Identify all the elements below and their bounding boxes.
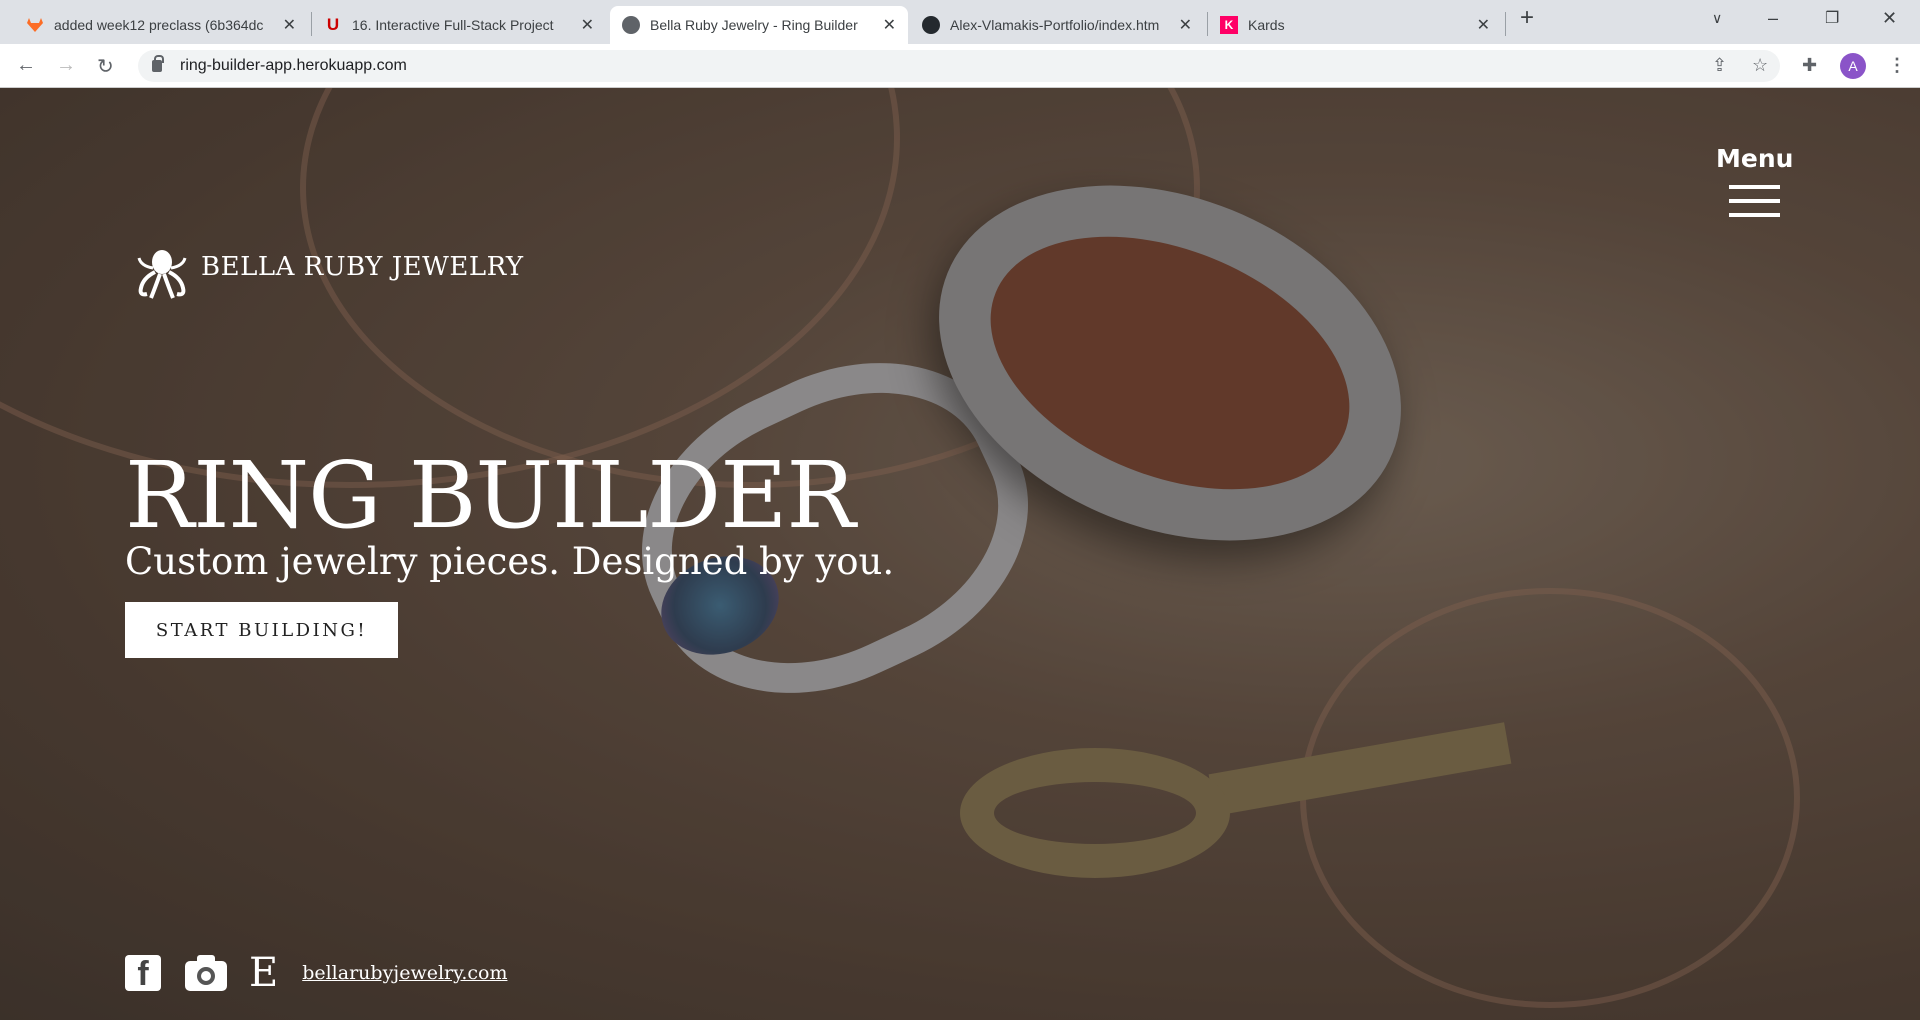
tab-ring-builder[interactable]: Bella Ruby Jewelry - Ring Builder ✕: [610, 6, 908, 44]
etsy-icon[interactable]: E: [249, 950, 278, 996]
hamburger-icon: [1729, 185, 1781, 217]
tab-gitlab[interactable]: added week12 preclass (6b364dc ✕: [14, 6, 308, 44]
url-field[interactable]: ring-builder-app.herokuapp.com: [138, 50, 1780, 82]
bookmark-star-icon[interactable]: ☆: [1752, 55, 1768, 76]
extensions-puzzle-icon[interactable]: ✚: [1802, 55, 1817, 76]
globe-icon: [622, 16, 640, 34]
minimize-button[interactable]: –: [1768, 8, 1778, 29]
tab-kards[interactable]: K Kards ✕: [1208, 6, 1502, 44]
close-tab-icon[interactable]: ✕: [1179, 15, 1192, 35]
back-button[interactable]: ←: [16, 54, 36, 77]
start-building-button[interactable]: START BUILDING!: [125, 602, 398, 658]
close-window-button[interactable]: ✕: [1882, 8, 1897, 29]
social-links: f E bellarubyjewelry.com: [125, 950, 507, 996]
brand-logo-link[interactable]: BELLA RUBY JEWELRY: [135, 248, 524, 300]
gitlab-icon: [26, 16, 44, 34]
tab-search-chevron-icon[interactable]: ∨: [1712, 10, 1722, 27]
close-tab-icon[interactable]: ✕: [1477, 15, 1490, 35]
new-tab-button[interactable]: +: [1520, 4, 1534, 32]
url-text: ring-builder-app.herokuapp.com: [180, 57, 407, 74]
hero-subtitle: Custom jewelry pieces. Designed by you.: [125, 540, 895, 583]
close-tab-icon[interactable]: ✕: [283, 15, 296, 35]
facebook-icon[interactable]: f: [125, 955, 161, 991]
tab-divider: [1505, 12, 1506, 36]
tab-title: Alex-Vlamakis-Portfolio/index.htm: [950, 17, 1160, 33]
share-icon[interactable]: ⇪: [1712, 55, 1727, 76]
tab-title: Kards: [1248, 17, 1285, 33]
tab-title: added week12 preclass (6b364dc: [54, 17, 264, 33]
browser-menu-icon[interactable]: ⋮: [1888, 55, 1906, 76]
instagram-camera-icon[interactable]: [185, 955, 227, 991]
utah-u-icon: U: [326, 15, 340, 34]
tab-course[interactable]: U 16. Interactive Full-Stack Project ✕: [312, 6, 606, 44]
hero-section: BELLA RUBY JEWELRY Menu RING BUILDER Cus…: [0, 88, 1920, 1020]
tab-title: Bella Ruby Jewelry - Ring Builder: [650, 17, 858, 33]
address-bar: ← → ↻ ring-builder-app.herokuapp.com ⇪ ☆…: [0, 44, 1920, 88]
tab-title: 16. Interactive Full-Stack Project: [352, 17, 554, 33]
profile-avatar[interactable]: A: [1840, 53, 1866, 79]
hero-title: RING BUILDER: [125, 442, 856, 549]
octopus-logo-icon: [137, 250, 187, 299]
menu-button[interactable]: Menu: [1716, 144, 1793, 227]
close-tab-icon[interactable]: ✕: [883, 15, 896, 35]
menu-label: Menu: [1716, 144, 1794, 173]
lock-icon: [152, 55, 164, 72]
kards-icon: K: [1220, 16, 1238, 34]
forward-button[interactable]: →: [56, 54, 76, 77]
website-link[interactable]: bellarubyjewelry.com: [302, 962, 507, 984]
close-tab-icon[interactable]: ✕: [581, 15, 594, 35]
brand-name: BELLA RUBY JEWELRY: [201, 252, 524, 282]
reload-button[interactable]: ↻: [97, 54, 114, 79]
tab-github[interactable]: Alex-Vlamakis-Portfolio/index.htm ✕: [910, 6, 1204, 44]
restore-button[interactable]: ❐: [1825, 8, 1839, 28]
tab-bar: added week12 preclass (6b364dc ✕ U 16. I…: [0, 0, 1920, 44]
github-icon: [922, 16, 940, 34]
